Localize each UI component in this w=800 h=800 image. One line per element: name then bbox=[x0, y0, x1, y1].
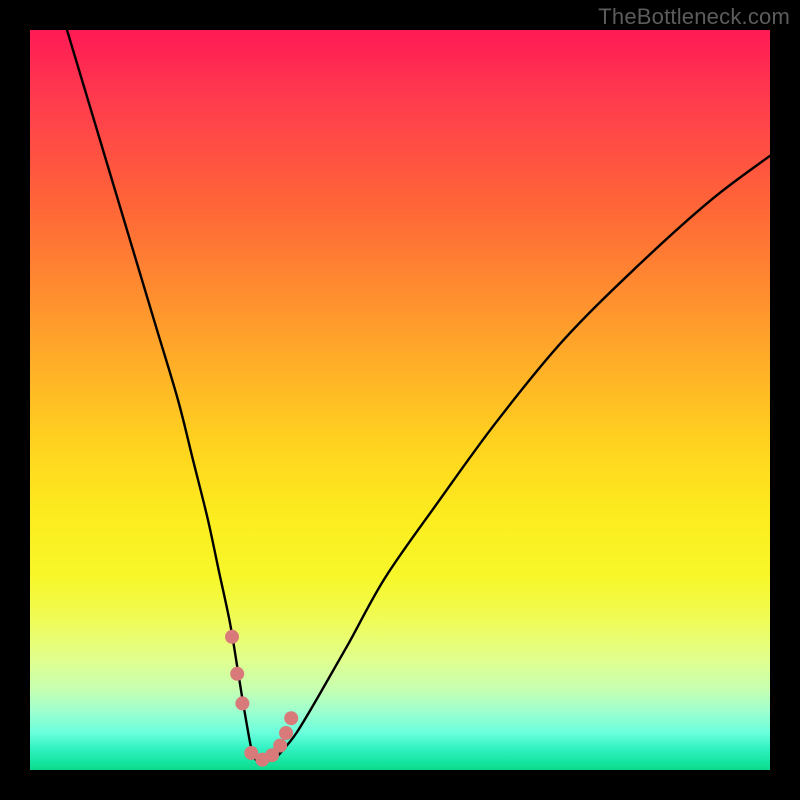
bottleneck-curve bbox=[67, 30, 770, 761]
curve-marker bbox=[273, 739, 287, 753]
watermark-text: TheBottleneck.com bbox=[598, 4, 790, 30]
plot-area bbox=[30, 30, 770, 770]
curve-marker bbox=[279, 726, 293, 740]
curve-layer bbox=[30, 30, 770, 770]
curve-marker bbox=[235, 696, 249, 710]
curve-marker bbox=[225, 630, 239, 644]
chart-frame: TheBottleneck.com bbox=[0, 0, 800, 800]
curve-marker bbox=[230, 667, 244, 681]
curve-svg bbox=[30, 30, 770, 770]
curve-marker bbox=[284, 711, 298, 725]
